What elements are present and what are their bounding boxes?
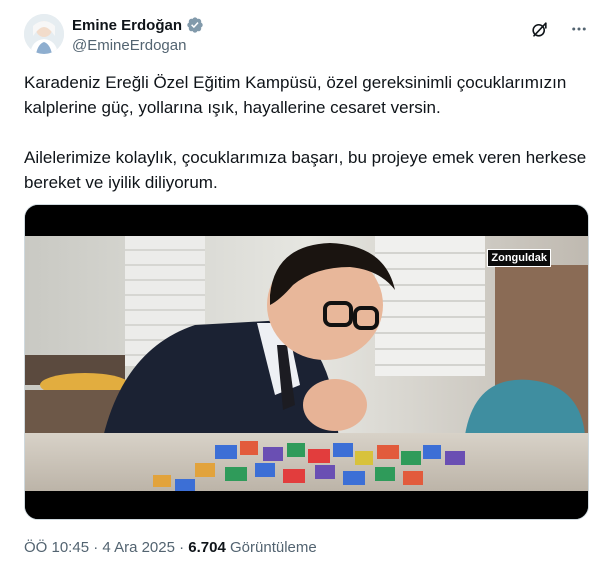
tweet-header: Emine Erdoğan @EmineErdogan — [24, 14, 590, 60]
avatar[interactable] — [24, 14, 64, 54]
grok-icon[interactable] — [528, 18, 550, 40]
display-name[interactable]: Emine Erdoğan — [72, 17, 182, 34]
meta-separator: · — [93, 539, 99, 556]
user-handle[interactable]: @EmineErdogan — [72, 37, 186, 54]
tweet-paragraph-1: Karadeniz Ereğli Özel Eğitim Kampüsü, öz… — [24, 73, 567, 117]
more-horizontal-icon[interactable] — [568, 18, 590, 40]
video-location-label: Zonguldak — [487, 249, 551, 267]
views-count: 6.704 — [188, 539, 226, 556]
video-player[interactable]: Zonguldak — [24, 204, 589, 520]
tweet-meta: ÖÖ 10:45 · 4 Ara 2025 · 6.704 Görüntülem… — [24, 539, 317, 556]
tweet-date[interactable]: 4 Ara 2025 — [102, 539, 175, 556]
tweet-time[interactable]: ÖÖ 10:45 — [24, 539, 89, 556]
profile-photo-icon — [24, 14, 64, 54]
tweet-card: Emine Erdoğan @EmineErdogan Karadeniz Er… — [0, 0, 608, 577]
views-label: Görüntüleme — [230, 539, 317, 556]
tweet-paragraph-2: Ailelerimize kolaylık, çocuklarımıza baş… — [24, 148, 587, 192]
meta-separator-2: · — [179, 539, 185, 556]
verified-badge-icon — [186, 16, 204, 34]
header-actions — [528, 18, 590, 40]
tweet-text: Karadeniz Ereğli Özel Eğitim Kampüsü, öz… — [24, 70, 590, 195]
name-row: Emine Erdoğan — [72, 16, 204, 34]
